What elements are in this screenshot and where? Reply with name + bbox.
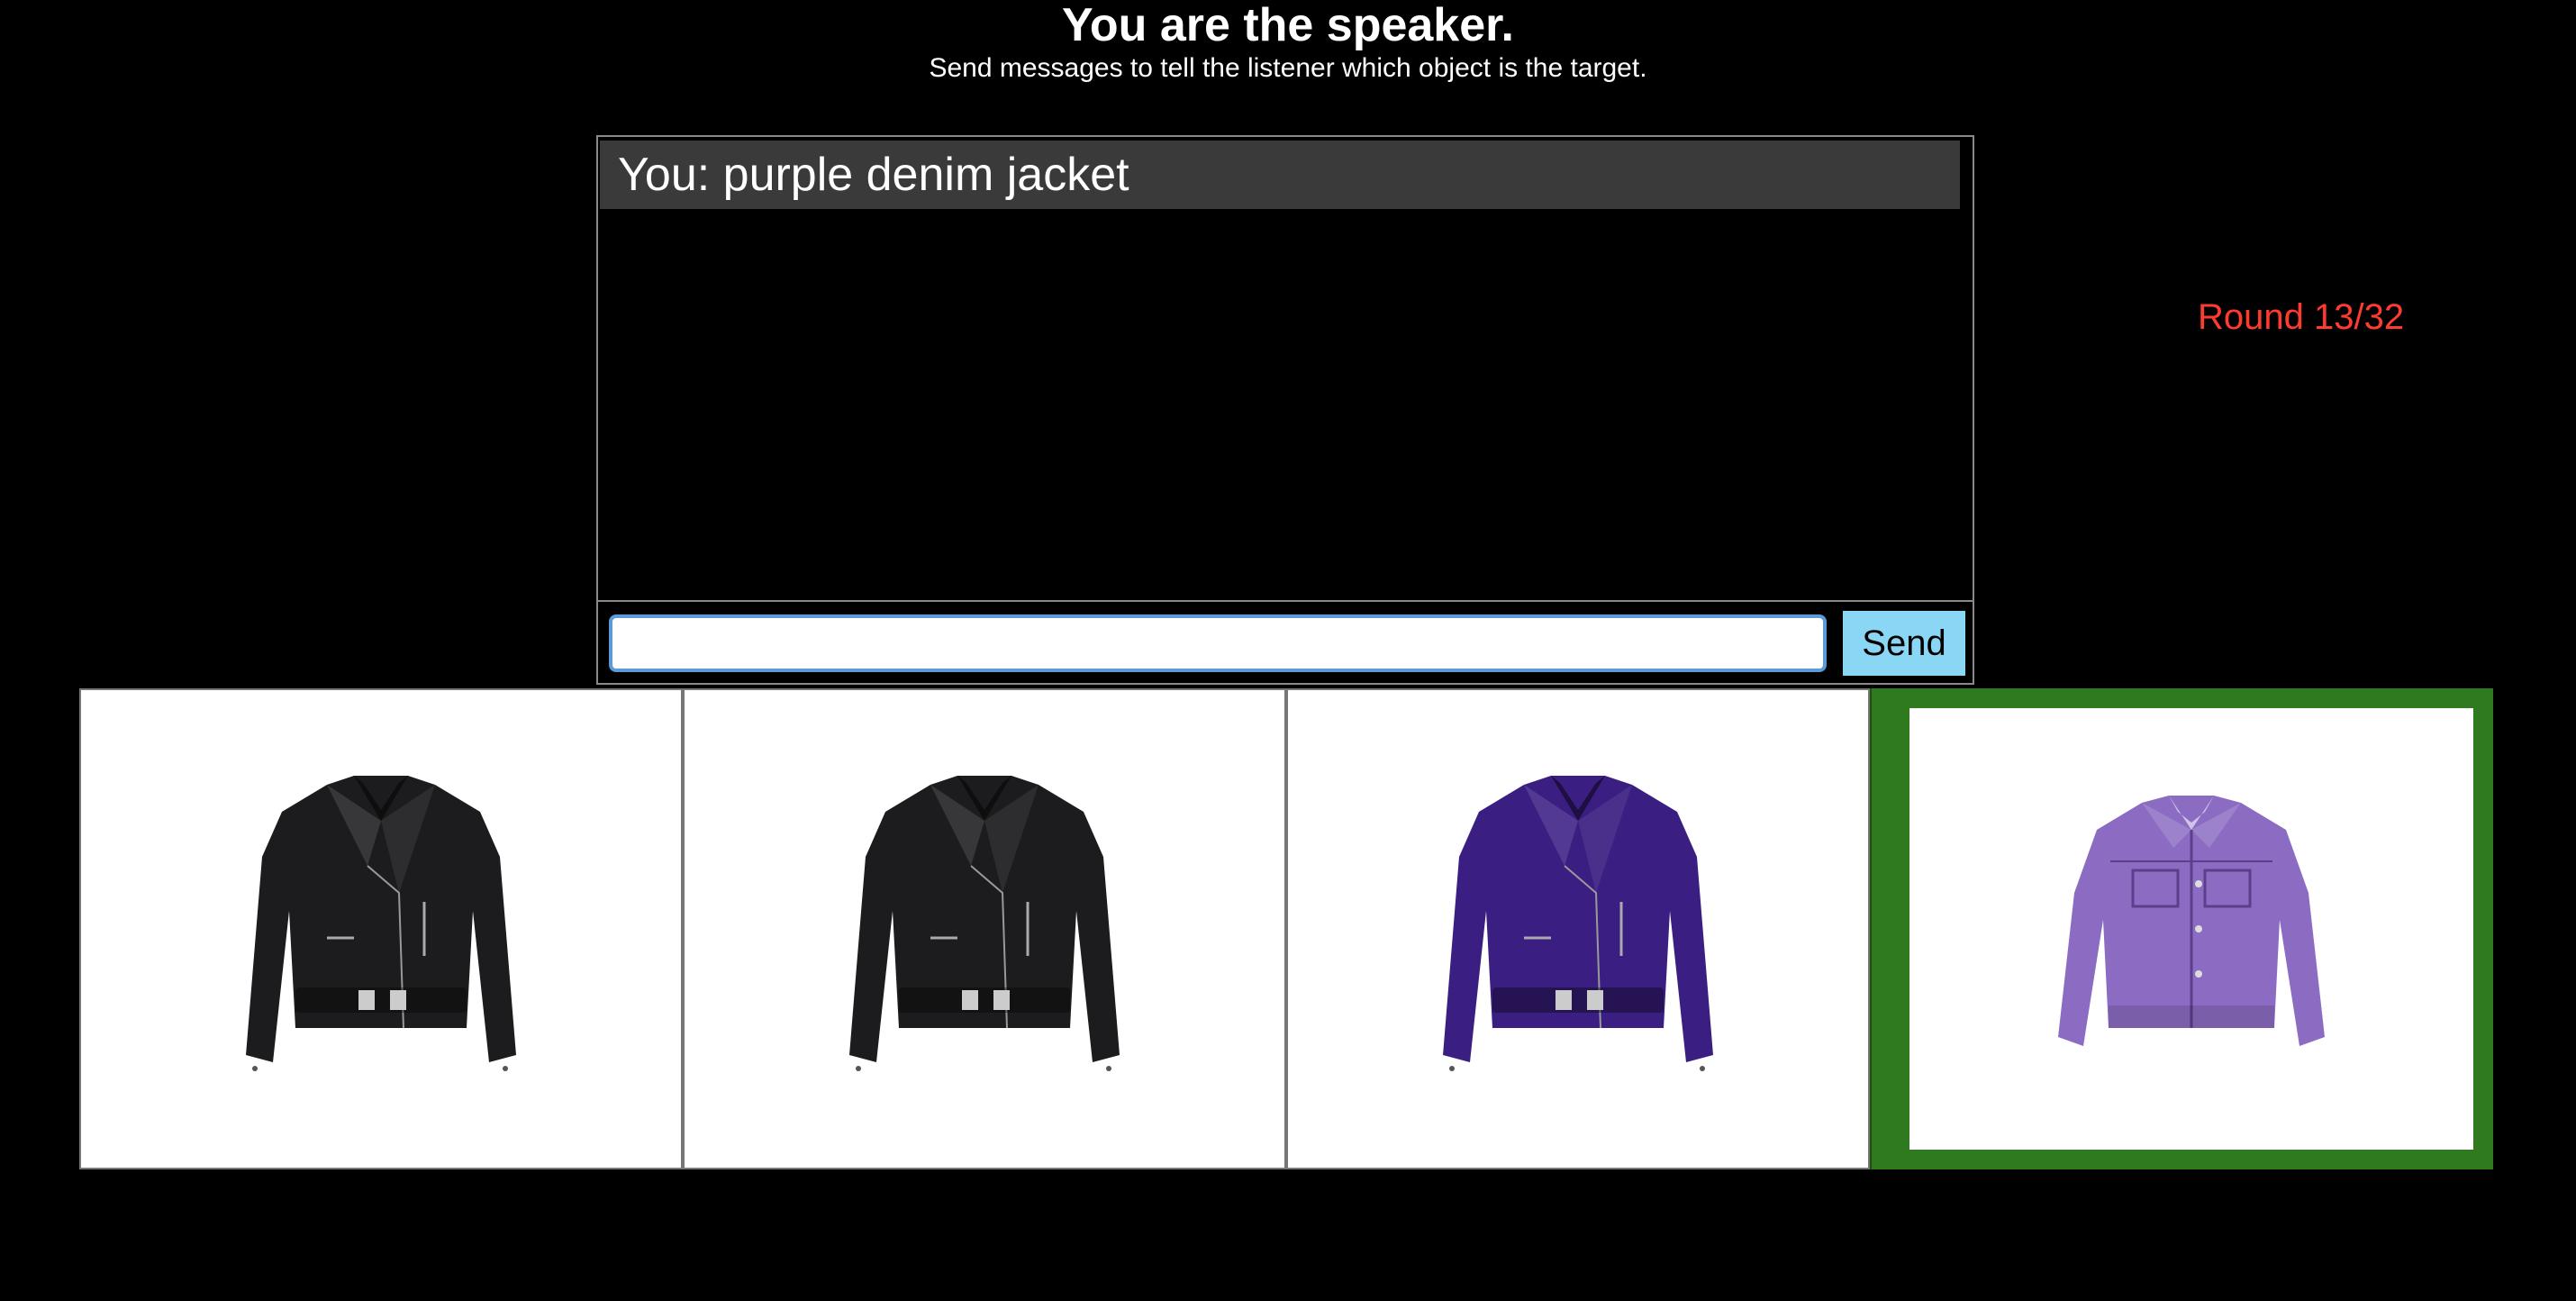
send-button[interactable]: Send (1843, 611, 1965, 676)
object-tile-1[interactable] (79, 688, 683, 1169)
black-leather-jacket-image (246, 776, 516, 1071)
chat-log[interactable]: You: purple denim jacket (596, 135, 1974, 602)
page-title: You are the speaker. (1062, 0, 1514, 51)
object-gallery (79, 688, 2493, 1169)
object-tile-3[interactable] (1286, 688, 1870, 1169)
purple-leather-jacket-image (1443, 776, 1713, 1071)
object-tile-target[interactable] (1890, 688, 2493, 1169)
chat-message: You: purple denim jacket (600, 141, 1960, 209)
round-counter: Round 13/32 (2198, 297, 2405, 337)
page-subtitle: Send messages to tell the listener which… (929, 53, 1647, 83)
target-highlight-bar (1870, 688, 1890, 1169)
composer: Send (596, 602, 1974, 685)
message-input[interactable] (609, 614, 1827, 672)
object-tile-2[interactable] (683, 688, 1286, 1169)
game-page: You are the speaker. Send messages to te… (0, 0, 2576, 1301)
black-leather-jacket-image (849, 776, 1120, 1071)
purple-denim-jacket-image (2058, 796, 2325, 1046)
